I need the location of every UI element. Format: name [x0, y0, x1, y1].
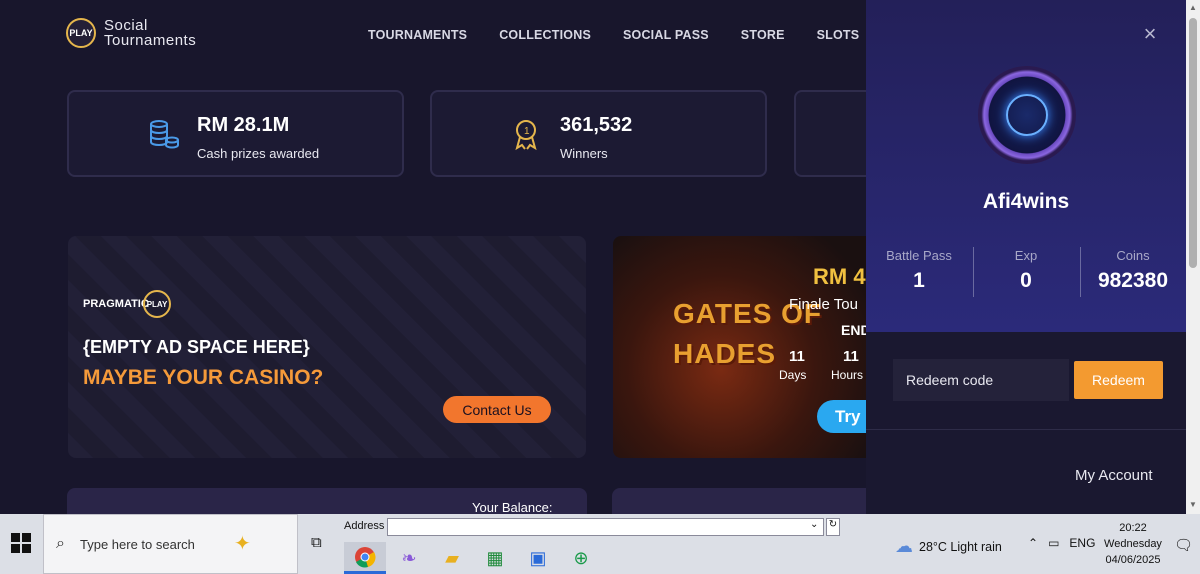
stat-value: 0 — [1020, 269, 1032, 292]
my-account-link[interactable]: My Account — [1075, 467, 1153, 484]
taskbar-search[interactable]: ⌕ Type here to search ✦ — [43, 514, 298, 574]
stat-value: 361,532 — [560, 114, 633, 136]
promo-finale: Finale Tou — [789, 296, 858, 313]
system-tray: ⌃ ▭ ENG — [1028, 536, 1095, 550]
stat-coins: Coins 982380 — [1080, 248, 1186, 293]
windows-start-icon[interactable] — [10, 532, 32, 554]
redeem-code-input[interactable]: Redeem code — [893, 359, 1069, 401]
stat-label: Battle Pass — [886, 248, 952, 263]
target-app-icon[interactable]: ⊕ — [560, 542, 602, 574]
stat-label: Cash prizes awarded — [197, 146, 320, 161]
tournament-promo[interactable]: GATES OF HADES RM 4 Finale Tou END 11 Day… — [613, 236, 883, 458]
nav-social-pass[interactable]: SOCIAL PASS — [623, 28, 709, 42]
weather-widget[interactable]: ☁ 28°C Light rain — [895, 536, 1002, 557]
stat-value: 982380 — [1097, 269, 1169, 292]
balance-label: Your Balance: — [472, 500, 553, 514]
redeem-button[interactable]: Redeem — [1074, 361, 1163, 399]
address-label: Address — [344, 520, 385, 532]
contact-us-button[interactable]: Contact Us — [443, 396, 551, 423]
play-logo-icon: PLAY — [66, 18, 96, 48]
countdown-days-label: Days — [779, 368, 807, 382]
ad-banner: PRAGMATIC PLAY {EMPTY AD SPACE HERE} MAY… — [68, 236, 586, 458]
stat-battle-pass: Battle Pass 1 — [866, 248, 972, 293]
ad-subline: MAYBE YOUR CASINO? — [83, 366, 324, 389]
weather-text: 28°C Light rain — [919, 539, 1002, 554]
clock[interactable]: 20:22 Wednesday 04/06/2025 — [1104, 520, 1162, 568]
clock-date: 04/06/2025 — [1105, 554, 1161, 566]
cloud-rain-icon: ☁ — [895, 536, 913, 556]
logo-line1: Social — [104, 17, 148, 34]
chrome-icon[interactable] — [344, 542, 386, 574]
countdown-hours-label: Hours — [831, 368, 864, 382]
site-logo[interactable]: PLAY Social Tournaments — [66, 18, 196, 48]
stat-value: RM 28.1M — [197, 114, 290, 136]
logo-text: Social Tournaments — [104, 18, 196, 48]
feather-app-icon[interactable]: ❧ — [388, 542, 430, 574]
refresh-icon[interactable]: ↻ — [826, 518, 840, 536]
clock-time: 20:22 — [1119, 522, 1147, 534]
ad-brand: PRAGMATIC — [83, 298, 149, 310]
medal-icon: 1 — [515, 120, 537, 151]
task-view-icon[interactable]: ⧉ — [311, 534, 322, 551]
main-nav: TOURNAMENTS COLLECTIONS SOCIAL PASS STOR… — [368, 28, 910, 42]
stat-exp: Exp 0 — [973, 248, 1079, 293]
balance-card: Your Balance: — [67, 488, 587, 514]
spreadsheet-icon[interactable]: ▦ — [474, 542, 516, 574]
search-icon: ⌕ — [56, 535, 65, 552]
ad-headline: {EMPTY AD SPACE HERE} — [83, 337, 310, 357]
web-page: PLAY Social Tournaments TOURNAMENTS COLL… — [0, 0, 1200, 514]
dreamcatcher-icon — [1006, 94, 1048, 136]
address-input[interactable] — [387, 518, 824, 536]
nav-store[interactable]: STORE — [741, 28, 785, 42]
stat-value: 1 — [913, 269, 925, 292]
logo-line2: Tournaments — [104, 32, 197, 49]
search-placeholder: Type here to search — [80, 536, 195, 552]
promo-amount: RM 4 — [813, 264, 866, 289]
scrollbar-thumb[interactable] — [1189, 18, 1197, 268]
svg-text:1: 1 — [524, 126, 530, 137]
calculator-icon[interactable]: ▣ — [517, 542, 559, 574]
notification-icon[interactable]: 🗨 — [1174, 536, 1193, 554]
stat-card-winners: 1 361,532 Winners — [430, 90, 767, 177]
avatar[interactable] — [978, 66, 1076, 164]
divider — [866, 429, 1186, 430]
coins-icon — [150, 120, 179, 149]
stat-card-prizes: RM 28.1M Cash prizes awarded — [67, 90, 404, 177]
stat-label: Coins — [1116, 248, 1150, 263]
scroll-down-icon[interactable]: ▼ — [1189, 500, 1197, 509]
clock-day: Wednesday — [1104, 538, 1162, 550]
username: Afi4wins — [982, 190, 1070, 213]
network-icon[interactable]: ▭ — [1048, 536, 1059, 550]
panel-header: × Afi4wins Battle Pass 1 Exp 0 Coins 982… — [866, 0, 1186, 332]
language-indicator[interactable]: ENG — [1069, 536, 1095, 550]
nav-tournaments[interactable]: TOURNAMENTS — [368, 28, 467, 42]
copilot-sparkle-icon[interactable]: ✦ — [234, 531, 251, 556]
nav-slots[interactable]: SLOTS — [817, 28, 860, 42]
countdown-days: 11 — [789, 348, 805, 365]
secondary-card — [612, 488, 882, 514]
scroll-up-icon[interactable]: ▲ — [1189, 3, 1197, 12]
ad-brand-logo-icon: PLAY — [143, 290, 171, 318]
countdown-hours: 11 — [843, 348, 859, 365]
stat-label: Exp — [1014, 248, 1038, 263]
file-explorer-icon[interactable]: ▰ — [431, 542, 473, 574]
account-panel: × Afi4wins Battle Pass 1 Exp 0 Coins 982… — [866, 0, 1186, 514]
chevron-down-icon[interactable]: ⌄ — [810, 519, 818, 530]
chevron-up-icon[interactable]: ⌃ — [1028, 536, 1038, 550]
taskbar: ⌕ Type here to search ✦ ⧉ Address ⌄ ↻ ❧ … — [0, 514, 1200, 574]
stat-label: Winners — [560, 146, 608, 161]
nav-collections[interactable]: COLLECTIONS — [499, 28, 591, 42]
scrollbar[interactable]: ▲ ▼ — [1186, 0, 1200, 514]
close-icon[interactable]: × — [1140, 23, 1160, 45]
